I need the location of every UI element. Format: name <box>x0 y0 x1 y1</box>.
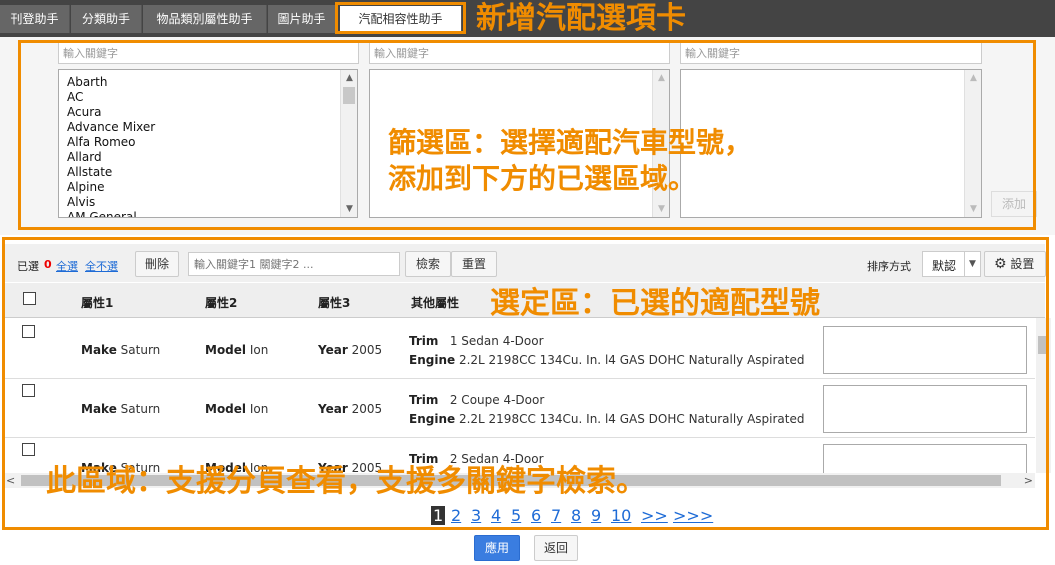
annotation-filter-line2: 添加到下方的已選區域。 <box>388 162 697 195</box>
annotation-new-tab: 新增汽配選項卡 <box>476 1 686 36</box>
tab-item-specifics-helper[interactable]: 物品類別屬性助手 <box>143 5 267 33</box>
page-link[interactable]: 2 <box>451 506 461 525</box>
annotation-tab-highlight <box>335 2 466 34</box>
annotation-filter-line1: 篩選區：選擇適配汽車型號， <box>388 126 753 159</box>
page-link[interactable]: 5 <box>511 506 521 525</box>
next-page-link[interactable]: >> <box>641 506 668 525</box>
tab-category-helper[interactable]: 分類助手 <box>71 5 142 33</box>
page-link[interactable]: 6 <box>531 506 541 525</box>
back-button[interactable]: 返回 <box>534 535 578 561</box>
tab-image-helper[interactable]: 圖片助手 <box>268 5 336 33</box>
tab-listing-helper[interactable]: 刊登助手 <box>0 5 70 33</box>
apply-button[interactable]: 應用 <box>474 535 520 561</box>
page-link[interactable]: 3 <box>471 506 481 525</box>
page-link[interactable]: 9 <box>591 506 601 525</box>
annotation-selected: 選定區：已選的適配型號 <box>490 286 820 321</box>
last-page-link[interactable]: >>> <box>673 506 713 525</box>
page-link[interactable]: 4 <box>491 506 501 525</box>
annotation-paging: 此區域：支援分頁查看，支援多關鍵字檢索。 <box>46 464 646 499</box>
page-link[interactable]: 10 <box>611 506 631 525</box>
page-link[interactable]: 7 <box>551 506 561 525</box>
page-link[interactable]: 8 <box>571 506 581 525</box>
page-link-current[interactable]: 1 <box>431 506 446 525</box>
